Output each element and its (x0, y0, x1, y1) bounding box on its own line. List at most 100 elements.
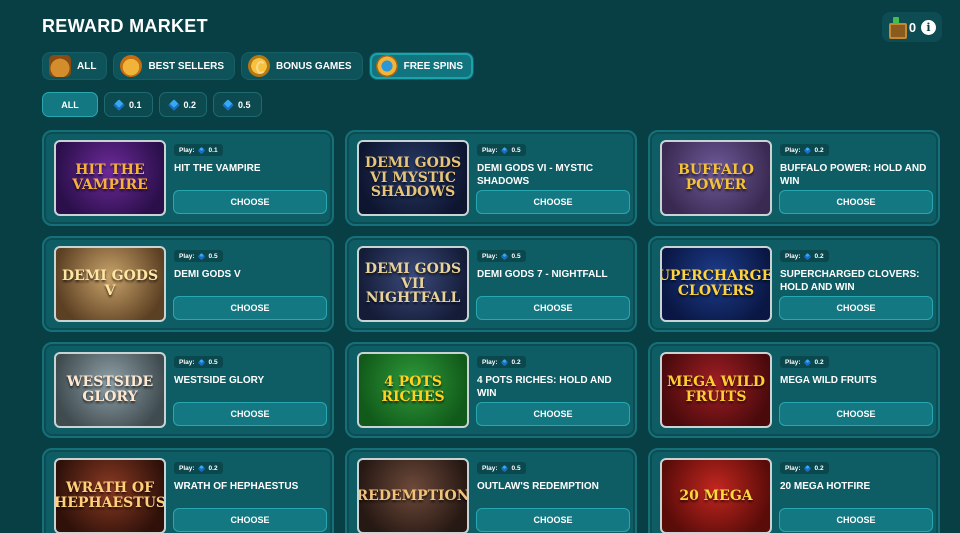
choose-button[interactable]: CHOOSE (173, 296, 327, 320)
game-logo: HIT THE VAMPIRE (72, 162, 148, 193)
tab-label: FREE SPINS (403, 60, 464, 72)
game-logo: BUFFALO POWER (677, 162, 754, 193)
choose-button[interactable]: CHOOSE (476, 508, 630, 532)
price-badge: Play: 0.2 (780, 250, 829, 262)
price-badge: Play: 0.2 (477, 356, 526, 368)
tab-bonus-games[interactable]: BONUS GAMES (241, 52, 363, 80)
game-title: MEGA WILD FRUITS (780, 375, 877, 386)
chest-icon (888, 17, 907, 39)
gem-icon (803, 252, 811, 260)
game-logo: DEMI GODS VI MYSTIC SHADOWS (364, 154, 462, 201)
price-value: 0.5 (208, 252, 218, 260)
game-thumbnail[interactable]: DEMI GODS V (54, 246, 166, 322)
game-thumbnail[interactable]: BUFFALO POWER (660, 140, 772, 216)
gem-icon (500, 252, 508, 260)
game-card: BUFFALO POWER Play: 0.2 BUFFALO POWER: HOLD… (648, 130, 940, 226)
tab-label: ALL (77, 60, 97, 72)
game-logo: WESTSIDE GLORY (66, 374, 154, 405)
chest-icon (49, 55, 71, 77)
game-thumbnail[interactable]: WESTSIDE GLORY (54, 352, 166, 428)
choose-button[interactable]: CHOOSE (779, 190, 933, 214)
gem-icon (500, 358, 508, 366)
wallet-count: 0 (908, 19, 917, 35)
game-title: 4 POTS RICHES: HOLD AND WIN (477, 375, 612, 399)
game-thumbnail[interactable]: MEGA WILD FRUITS (660, 352, 772, 428)
price-filter-0.5[interactable]: 0.5 (213, 92, 262, 117)
game-thumbnail[interactable]: HIT THE VAMPIRE (54, 140, 166, 216)
coin-icon (248, 55, 271, 77)
play-label: Play: (482, 464, 498, 472)
price-filter-0.1[interactable]: 0.1 (104, 92, 153, 117)
choose-button[interactable]: CHOOSE (779, 296, 933, 320)
gem-icon (500, 464, 508, 472)
game-thumbnail[interactable]: DEMI GODS VI MYSTIC SHADOWS (357, 140, 469, 216)
game-card: HIT THE VAMPIRE Play: 0.1 HIT THE VAMPIRE CH… (42, 130, 334, 226)
play-label: Play: (179, 464, 195, 472)
game-thumbnail[interactable]: DEMI GODS VII NIGHTFALL (357, 246, 469, 322)
price-badge: Play: 0.2 (780, 144, 829, 156)
gem-icon (500, 146, 508, 154)
game-title: 20 MEGA HOTFIRE (780, 481, 871, 492)
choose-button[interactable]: CHOOSE (779, 508, 933, 532)
price-value: 0.5 (511, 464, 521, 472)
game-title: OUTLAW'S REDEMPTION (477, 481, 599, 492)
tab-all[interactable]: ALL (42, 52, 108, 80)
medal-icon (120, 55, 143, 77)
price-value: 0.5 (511, 146, 521, 154)
info-icon[interactable]: i (920, 19, 936, 35)
price-filter-0.2[interactable]: 0.2 (158, 92, 208, 117)
gem-icon (167, 98, 180, 111)
play-label: Play: (179, 252, 195, 260)
price-badge: Play: 0.2 (780, 462, 829, 474)
play-label: Play: (785, 358, 801, 366)
gem-icon (803, 146, 811, 154)
game-logo: MEGA WILD FRUITS (666, 374, 766, 405)
price-badge: Play: 0.5 (477, 462, 526, 474)
price-value: 0.2 (208, 464, 218, 472)
game-card: REDEMPTION Play: 0.5 OUTLAW'S REDEMPTION CHO… (345, 448, 637, 533)
game-title: DEMI GODS V (174, 269, 241, 280)
gem-icon (197, 464, 205, 472)
tab-best-sellers[interactable]: BEST SELLERS (113, 52, 236, 80)
gem-icon (197, 358, 205, 366)
play-label: Play: (179, 358, 195, 366)
price-badge: Play: 0.5 (174, 250, 223, 262)
price-filter-all[interactable]: ALL (42, 92, 98, 117)
choose-button[interactable]: CHOOSE (476, 402, 630, 426)
game-thumbnail[interactable]: SUPERCHARGED CLOVERS (660, 246, 772, 322)
game-logo: DEMI GODS V (61, 268, 159, 299)
game-title: DEMI GODS 7 - NIGHTFALL (477, 269, 608, 280)
game-thumbnail[interactable]: WRATH OF HEPHAESTUS (54, 458, 166, 533)
choose-button[interactable]: CHOOSE (173, 190, 327, 214)
choose-button[interactable]: CHOOSE (476, 190, 630, 214)
game-thumbnail[interactable]: 20 MEGA (660, 458, 772, 533)
game-grid: HIT THE VAMPIRE Play: 0.1 HIT THE VAMPIRE CH… (42, 130, 940, 533)
game-logo: WRATH OF HEPHAESTUS (54, 480, 166, 511)
game-thumbnail[interactable]: REDEMPTION (357, 458, 469, 533)
price-value: 0.2 (814, 464, 824, 472)
game-logo: 20 MEGA (679, 487, 753, 504)
play-label: Play: (785, 464, 801, 472)
game-logo: 4 POTS RICHES (381, 374, 445, 405)
tab-free-spins[interactable]: FREE SPINS (368, 52, 475, 80)
tab-label: BONUS GAMES (276, 60, 352, 72)
choose-button[interactable]: CHOOSE (173, 402, 327, 426)
game-card: DEMI GODS V Play: 0.5 DEMI GODS V CHOOSE (42, 236, 334, 332)
choose-button[interactable]: CHOOSE (476, 296, 630, 320)
game-card: SUPERCHARGED CLOVERS Play: 0.2 SUPERCHARGED… (648, 236, 940, 332)
price-filter-label: 0.5 (238, 99, 251, 110)
price-badge: Play: 0.2 (174, 462, 223, 474)
game-card: DEMI GODS VI MYSTIC SHADOWS Play: 0.5 DEMI … (345, 130, 637, 226)
wheel-icon (375, 55, 398, 77)
game-title: BUFFALO POWER: HOLD AND WIN (780, 163, 927, 187)
game-logo: REDEMPTION (357, 487, 469, 504)
wallet-balance[interactable]: 0 i (882, 12, 942, 42)
price-badge: Play: 0.2 (780, 356, 829, 368)
choose-button[interactable]: CHOOSE (779, 402, 933, 426)
choose-button[interactable]: CHOOSE (173, 508, 327, 532)
game-thumbnail[interactable]: 4 POTS RICHES (357, 352, 469, 428)
price-filter-label: 0.2 (183, 99, 197, 110)
price-filter-tabs: ALL 0.1 0.2 0.5 (42, 92, 262, 117)
price-value: 0.5 (511, 252, 521, 260)
price-filter-label: ALL (61, 99, 79, 110)
